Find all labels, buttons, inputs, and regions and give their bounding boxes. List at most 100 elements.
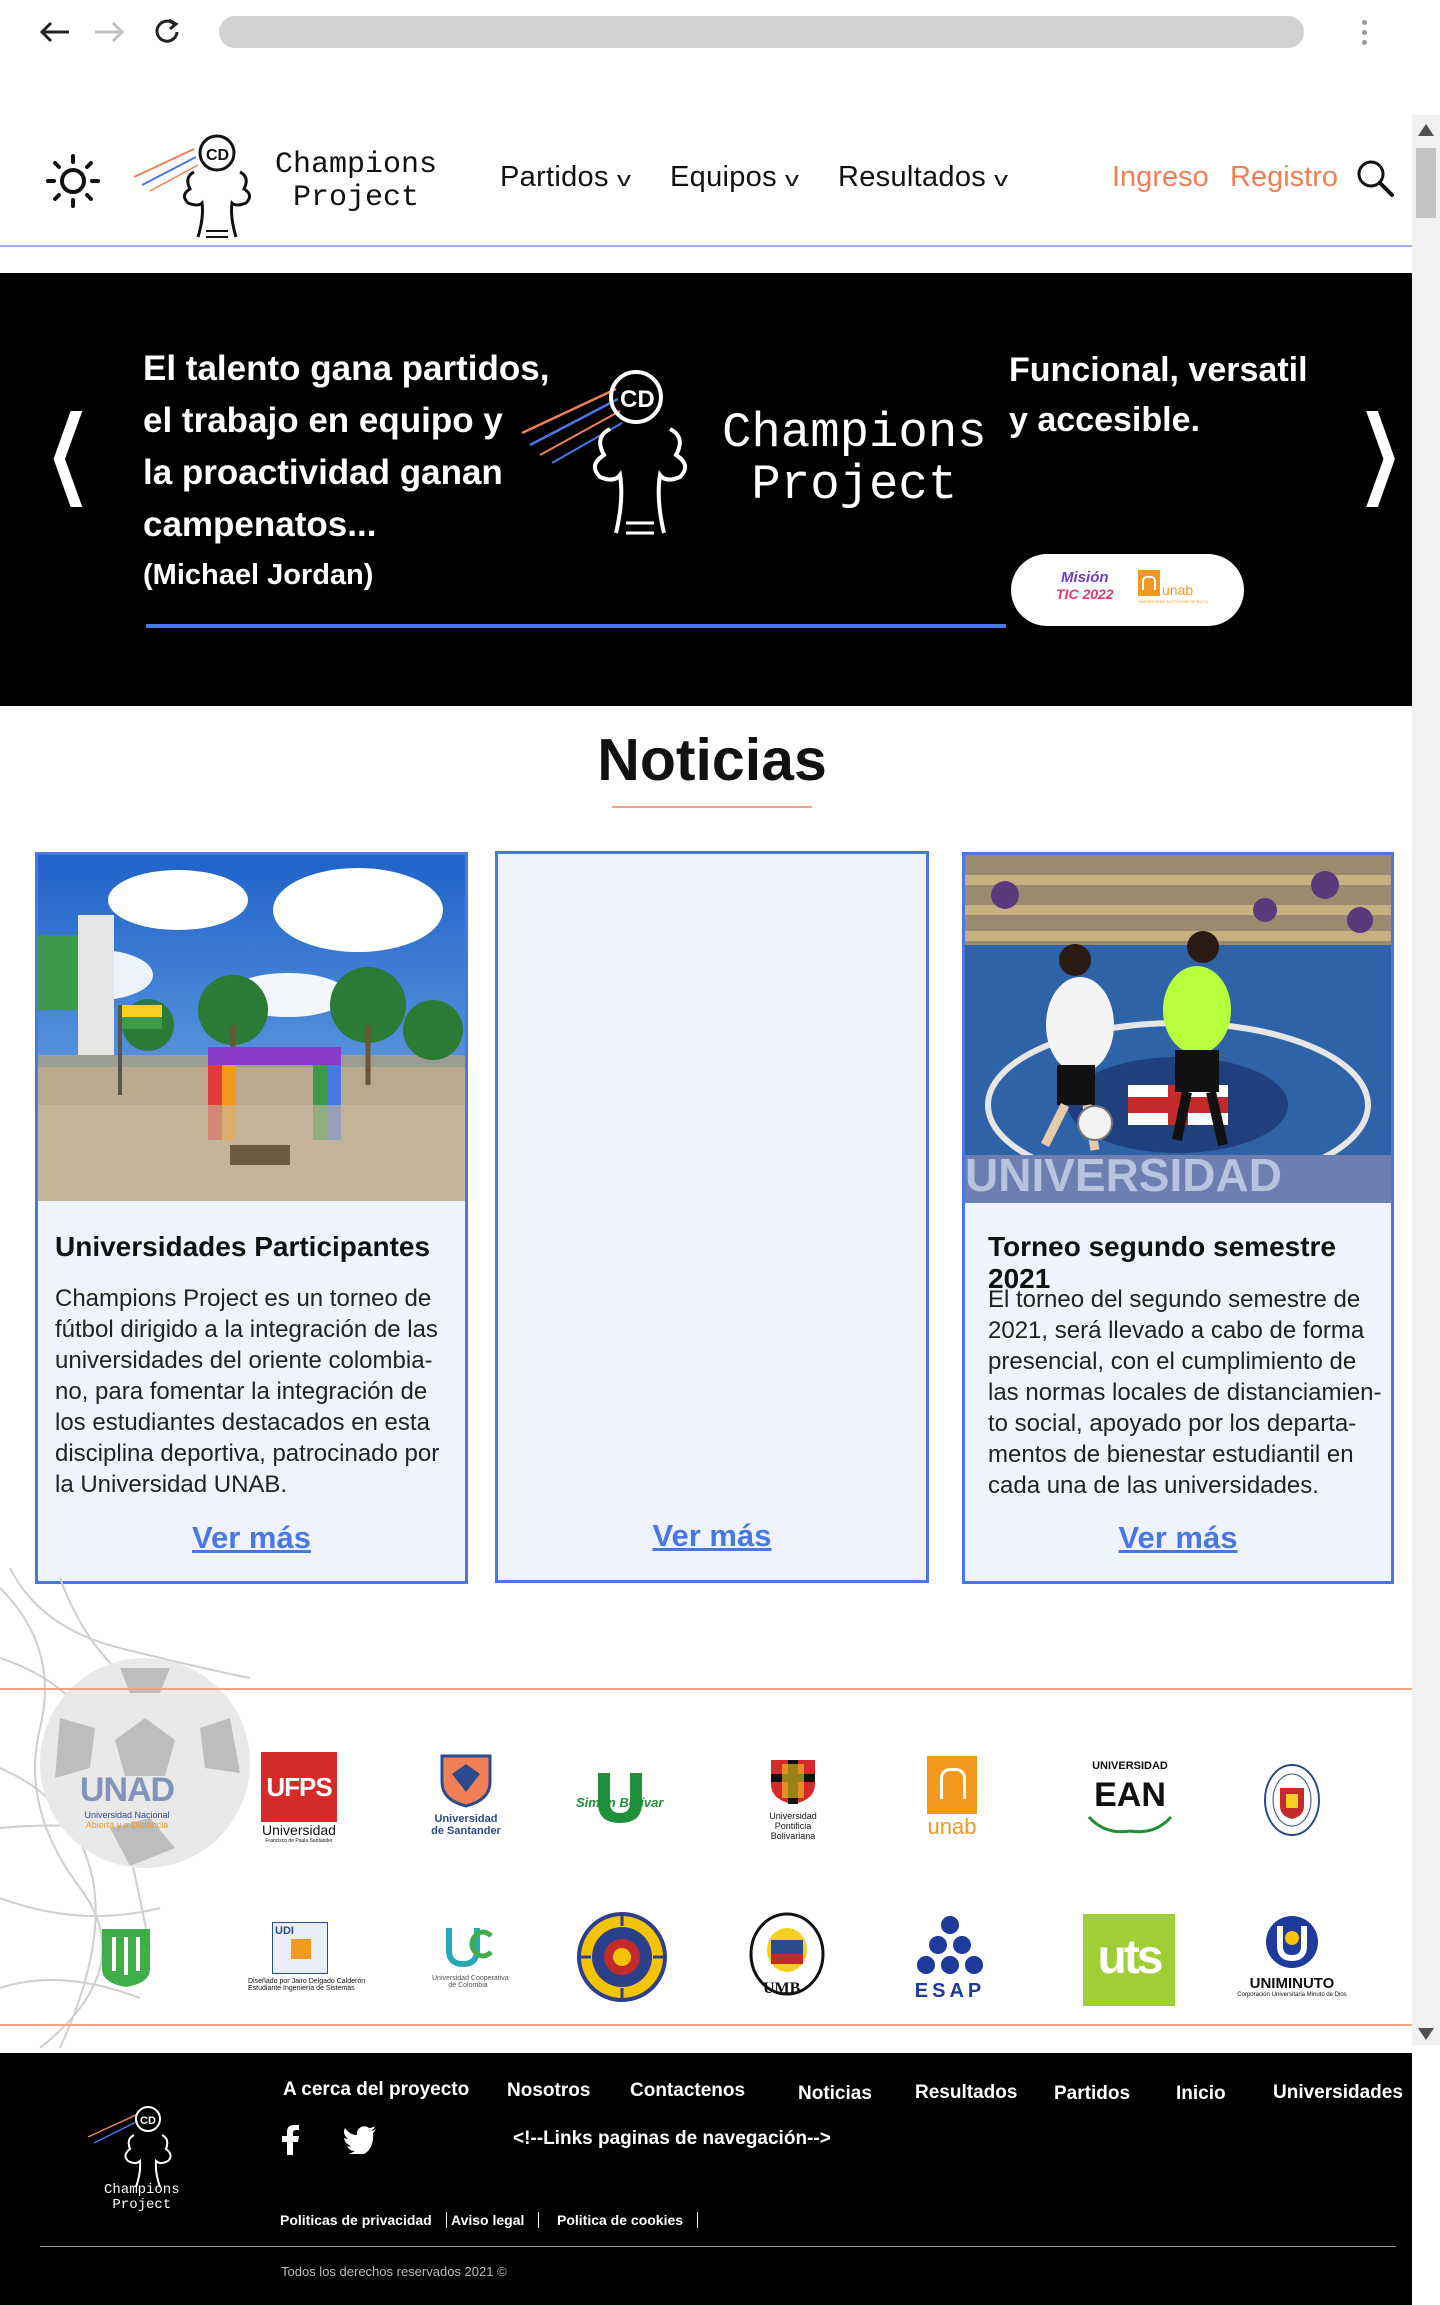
svg-text:CD: CD (620, 386, 655, 413)
footer-nav-nosotros[interactable]: Nosotros (507, 2080, 590, 2102)
esap-logo-text: ESAP (914, 1980, 986, 2002)
login-link[interactable]: Ingreso (1112, 161, 1209, 194)
unisimon-logo[interactable]: Simón Bolívar (570, 1765, 670, 1835)
sun-icon[interactable] (45, 153, 101, 214)
brand-line-1: Champions (275, 148, 438, 182)
address-bar[interactable] (219, 16, 1304, 48)
uts-logo[interactable]: uts (1083, 1914, 1175, 2006)
hero-tagline: Funcional, versatil y accesible. (1009, 345, 1308, 445)
footer-nav-universidades[interactable]: Universidades (1273, 2082, 1403, 2104)
footer-nav-inicio[interactable]: Inicio (1176, 2083, 1226, 2105)
udes-logo[interactable]: Universidad de Santander (426, 1752, 506, 1852)
hero-logo-icon: CD (520, 363, 700, 558)
quote-line-4: campenatos... (143, 505, 377, 544)
footer-nav-noticias[interactable]: Noticias (798, 2083, 872, 2105)
udes-logo-sub2: de Santander (431, 1825, 501, 1837)
ucc-logo-sub1: Universidad Cooperativa (432, 1975, 509, 1982)
body-line: mentos de bienestar estudiantil en (988, 1441, 1354, 1468)
uis-logo[interactable] (98, 1925, 154, 1989)
universities-top-rule (0, 1688, 1412, 1690)
ucc-logo-sub2: de Colombia (448, 1982, 488, 1989)
body-line: universidades del oriente colombia- (55, 1347, 433, 1374)
unab-sponsor-text: unab (1162, 582, 1194, 598)
ver-mas-link[interactable]: Ver más (498, 1518, 926, 1554)
unisimon-logo-text: Simón Bolívar (576, 1795, 664, 1810)
hero-divider (146, 624, 1006, 628)
scrollbar-thumb[interactable] (1416, 148, 1436, 218)
footer-brand-line-1: Champions (104, 2182, 180, 2198)
body-line: fútbol dirigido a la integración de las (55, 1316, 438, 1343)
unad-logo-sub2: Abierta y a Distancia (85, 1819, 169, 1830)
body-line: la Universidad UNAB. (55, 1471, 288, 1498)
news-title-underline (612, 806, 812, 808)
ufps-logo[interactable]: UFPS Universidad Francisco de Paula Sant… (256, 1752, 342, 1852)
reload-icon[interactable] (152, 16, 182, 52)
uniminuto-logo-text: UNIMINUTO (1249, 1975, 1335, 1992)
forward-arrow-icon[interactable] (93, 17, 127, 53)
udes-shield-icon (440, 1754, 492, 1808)
unad-logo[interactable]: UNAD Universidad Nacional Abierta y a Di… (62, 1760, 192, 1840)
unab-sponsor-subtext: UNIVERSIDAD AUTÓNOMA DE BUCARAMANGA (1138, 599, 1208, 604)
udi-logo[interactable]: UDI Diseñado por Jairo Delgado Calderón … (248, 1922, 365, 2002)
tagline-line-2: y accesible. (1009, 401, 1200, 439)
news-card-empty: Ver más (495, 851, 929, 1583)
footer-nav-comment: <!--Links paginas de navegación--> (513, 2128, 831, 2149)
news-card-body: Champions Project es un torneo de fútbol… (55, 1283, 439, 1500)
register-link[interactable]: Registro (1230, 161, 1338, 194)
svg-text:CD: CD (140, 2115, 156, 2127)
ean-logo[interactable]: UNIVERSIDAD EAN (1080, 1760, 1180, 1850)
privacy-link[interactable]: Politicas de privacidad (280, 2212, 447, 2228)
uniminuto-logo[interactable]: UNIMINUTO Corporación Universitaria Minu… (1234, 1914, 1350, 2004)
esap-logo[interactable]: ESAP (898, 1915, 1002, 2005)
unab-logo[interactable]: unab (922, 1756, 982, 1856)
quote-line-1: El talento gana partidos, (143, 349, 550, 388)
chevron-down-icon: v (994, 169, 1009, 191)
umb-logo-text: UMB (763, 1980, 801, 1997)
footer-nav-resultados[interactable]: Resultados (915, 2082, 1017, 2104)
upb-logo-sub2: Pontificia (774, 1821, 812, 1831)
scroll-down-arrow-icon[interactable] (1418, 2028, 1434, 2040)
carousel-next-arrow-icon[interactable]: ❯ (1358, 403, 1402, 499)
unal-seal-icon (577, 1912, 667, 2002)
brand-name[interactable]: Champions Project (275, 149, 437, 215)
search-icon[interactable] (1356, 159, 1396, 204)
news-card-universidades: Universidades Participantes Champions Pr… (35, 852, 468, 1584)
body-line: presencial, con el cumplimiento de (988, 1348, 1357, 1375)
campus-photo (38, 855, 465, 1201)
legal-notice-link[interactable]: Aviso legal (451, 2212, 540, 2228)
back-arrow-icon[interactable] (37, 17, 71, 53)
nav-equipos[interactable]: Equipos v (670, 161, 799, 194)
page-scrollbar[interactable] (1412, 115, 1440, 2045)
unal-seal-logo[interactable] (577, 1912, 667, 2002)
ucc-logo[interactable]: Universidad Cooperativa de Colombia (432, 1924, 509, 1994)
kebab-menu-icon[interactable] (1362, 20, 1370, 50)
footer-nav-partidos[interactable]: Partidos (1054, 2083, 1130, 2105)
hero-brand-line-2: Project (751, 457, 958, 513)
footer-about-link[interactable]: A cerca del proyecto (283, 2079, 469, 2101)
champions-logo-icon[interactable]: CD (132, 127, 252, 250)
scroll-up-arrow-icon[interactable] (1418, 124, 1434, 136)
facebook-icon[interactable] (279, 2125, 301, 2160)
carousel-prev-arrow-icon[interactable]: ❮ (46, 403, 90, 499)
body-line: no, para fomentar la integración de (55, 1378, 428, 1405)
nav-partidos[interactable]: Partidos v (500, 161, 631, 194)
footer-divider (40, 2246, 1396, 2247)
ver-mas-link[interactable]: Ver más (965, 1520, 1391, 1556)
twitter-icon[interactable] (343, 2126, 377, 2159)
quote-line-3: la proactividad ganan (143, 453, 503, 492)
pamplona-logo[interactable]: UNIVERSIDAD DE PAMPLONA (1262, 1762, 1322, 1843)
udi-logo-text: UDI (275, 1925, 294, 1937)
unab-building-icon (1138, 570, 1160, 596)
umb-logo[interactable]: UMB (747, 1910, 827, 2006)
upb-logo-sub3: Bolivariana (770, 1831, 816, 1841)
ufps-logo-sub1: Universidad (262, 1822, 336, 1838)
laurel-icon (1087, 1815, 1173, 1834)
nav-resultados[interactable]: Resultados v (838, 161, 1009, 194)
ver-mas-link[interactable]: Ver más (38, 1520, 465, 1556)
footer-brand-name: Champions Project (104, 2183, 180, 2213)
upb-logo[interactable]: Universidad Pontificia Bolivariana (758, 1756, 828, 1856)
cookies-link[interactable]: Politica de cookies (557, 2212, 699, 2228)
news-card-body: El torneo del segundo semestre de 2021, … (988, 1284, 1382, 1501)
footer-nav-contactenos[interactable]: Contactenos (630, 2080, 745, 2102)
uniminuto-logo-sub: Corporación Universitaria Minuto de Dios (1237, 1992, 1347, 1998)
